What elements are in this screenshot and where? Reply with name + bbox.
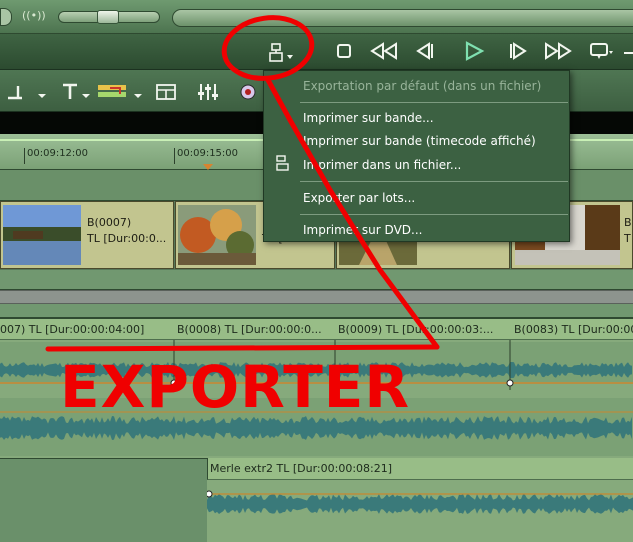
audio-mixer-button[interactable] <box>196 82 222 102</box>
export-file-icon <box>276 155 290 171</box>
step-back-button[interactable] <box>410 40 438 64</box>
stop-icon <box>337 44 351 58</box>
clip-duration-truncated: T <box>624 232 631 245</box>
transport-bar <box>0 34 633 70</box>
clip-name-truncated: B <box>624 216 632 229</box>
audio-mixer-icon <box>198 84 218 100</box>
layout-grid-button[interactable] <box>155 82 177 102</box>
top-control-strip: ((•)) <box>0 0 633 34</box>
editor-window: ((•)) 00:09:12:00 00:09:15:00 B(0007) TL… <box>0 0 633 542</box>
video-clip[interactable]: B(0007) TL [Dur:00:0... <box>0 201 174 269</box>
menu-separator <box>300 181 568 182</box>
audio-clip-title[interactable]: B(0083) TL [Dur:00:00:0... <box>514 323 633 336</box>
step-forward-button[interactable] <box>505 40 533 64</box>
menu-item-default-export: Exportation par défaut (dans un fichier) <box>303 79 542 93</box>
left-scroll-edge[interactable] <box>0 8 12 26</box>
play-button[interactable] <box>460 40 488 64</box>
transition-tool-button[interactable] <box>4 82 52 102</box>
clip-name: B(0007) <box>87 216 132 229</box>
effects-tool-icon <box>98 85 142 98</box>
audio-clip-title[interactable]: Merle extr2 TL [Dur:00:00:08:21] <box>210 462 392 475</box>
output-monitor-icon <box>590 43 613 59</box>
menu-item-print-to-dvd[interactable]: Imprimer sur DVD... <box>303 223 422 237</box>
transition-tool-icon <box>8 86 46 100</box>
ruler-label: 00:09:15:00 <box>177 148 239 159</box>
audio-track-2-waveform <box>207 480 633 542</box>
fast-forward-icon <box>545 42 572 60</box>
rewind-icon <box>370 42 397 60</box>
export-context-menu: Exportation par défaut (dans un fichier)… <box>263 70 570 242</box>
menu-item-batch-export[interactable]: Exporter par lots... <box>303 191 415 205</box>
title-tool-button[interactable] <box>60 82 100 102</box>
stop-button[interactable] <box>330 40 358 64</box>
ruler-tick <box>24 148 25 164</box>
toolbar-overflow-mark <box>624 52 633 54</box>
export-button[interactable] <box>262 42 302 66</box>
ruler-tick <box>174 148 175 164</box>
layout-grid-icon <box>156 84 176 100</box>
clip-duration: TL [Dur:00:0... <box>87 232 167 245</box>
title-tool-icon <box>63 83 90 99</box>
clip-thumbnail <box>3 205 81 265</box>
volume-slider[interactable] <box>58 10 160 24</box>
speaker-wave-icon: ((•)) <box>22 9 46 22</box>
record-voice-button[interactable] <box>238 82 258 102</box>
audio-track-1-waveform <box>0 340 633 458</box>
clip-thumbnail <box>178 205 256 265</box>
fast-forward-button[interactable] <box>542 40 572 64</box>
menu-item-print-to-tape-timecode[interactable]: Imprimer sur bande (timecode affiché) <box>303 134 536 148</box>
volume-slider-thumb[interactable] <box>97 10 119 24</box>
audio-clip-title[interactable]: B(0009) TL [Dur:00:00:03:... <box>338 323 493 336</box>
position-slider[interactable] <box>172 9 633 27</box>
ruler-label: 00:09:12:00 <box>27 148 89 159</box>
step-forward-icon <box>510 42 527 60</box>
menu-item-print-to-file[interactable]: Imprimer dans un fichier... <box>303 158 461 172</box>
play-icon <box>465 41 485 61</box>
track-strip <box>0 270 633 290</box>
effects-tool-button[interactable] <box>96 82 148 102</box>
record-voice-icon <box>240 84 256 100</box>
rewind-button[interactable] <box>368 40 397 64</box>
menu-separator <box>300 214 568 215</box>
audio-clip-title[interactable]: 007) TL [Dur:00:00:04:00] <box>0 323 144 336</box>
track-strip <box>0 304 633 318</box>
export-icon <box>269 43 293 62</box>
audio-clip-title[interactable]: B(0008) TL [Dur:00:00:0... <box>177 323 322 336</box>
menu-item-print-to-tape[interactable]: Imprimer sur bande... <box>303 111 434 125</box>
step-back-icon <box>416 42 433 60</box>
track-divider <box>0 290 633 304</box>
output-monitor-button[interactable] <box>588 40 616 64</box>
menu-separator <box>300 102 568 103</box>
